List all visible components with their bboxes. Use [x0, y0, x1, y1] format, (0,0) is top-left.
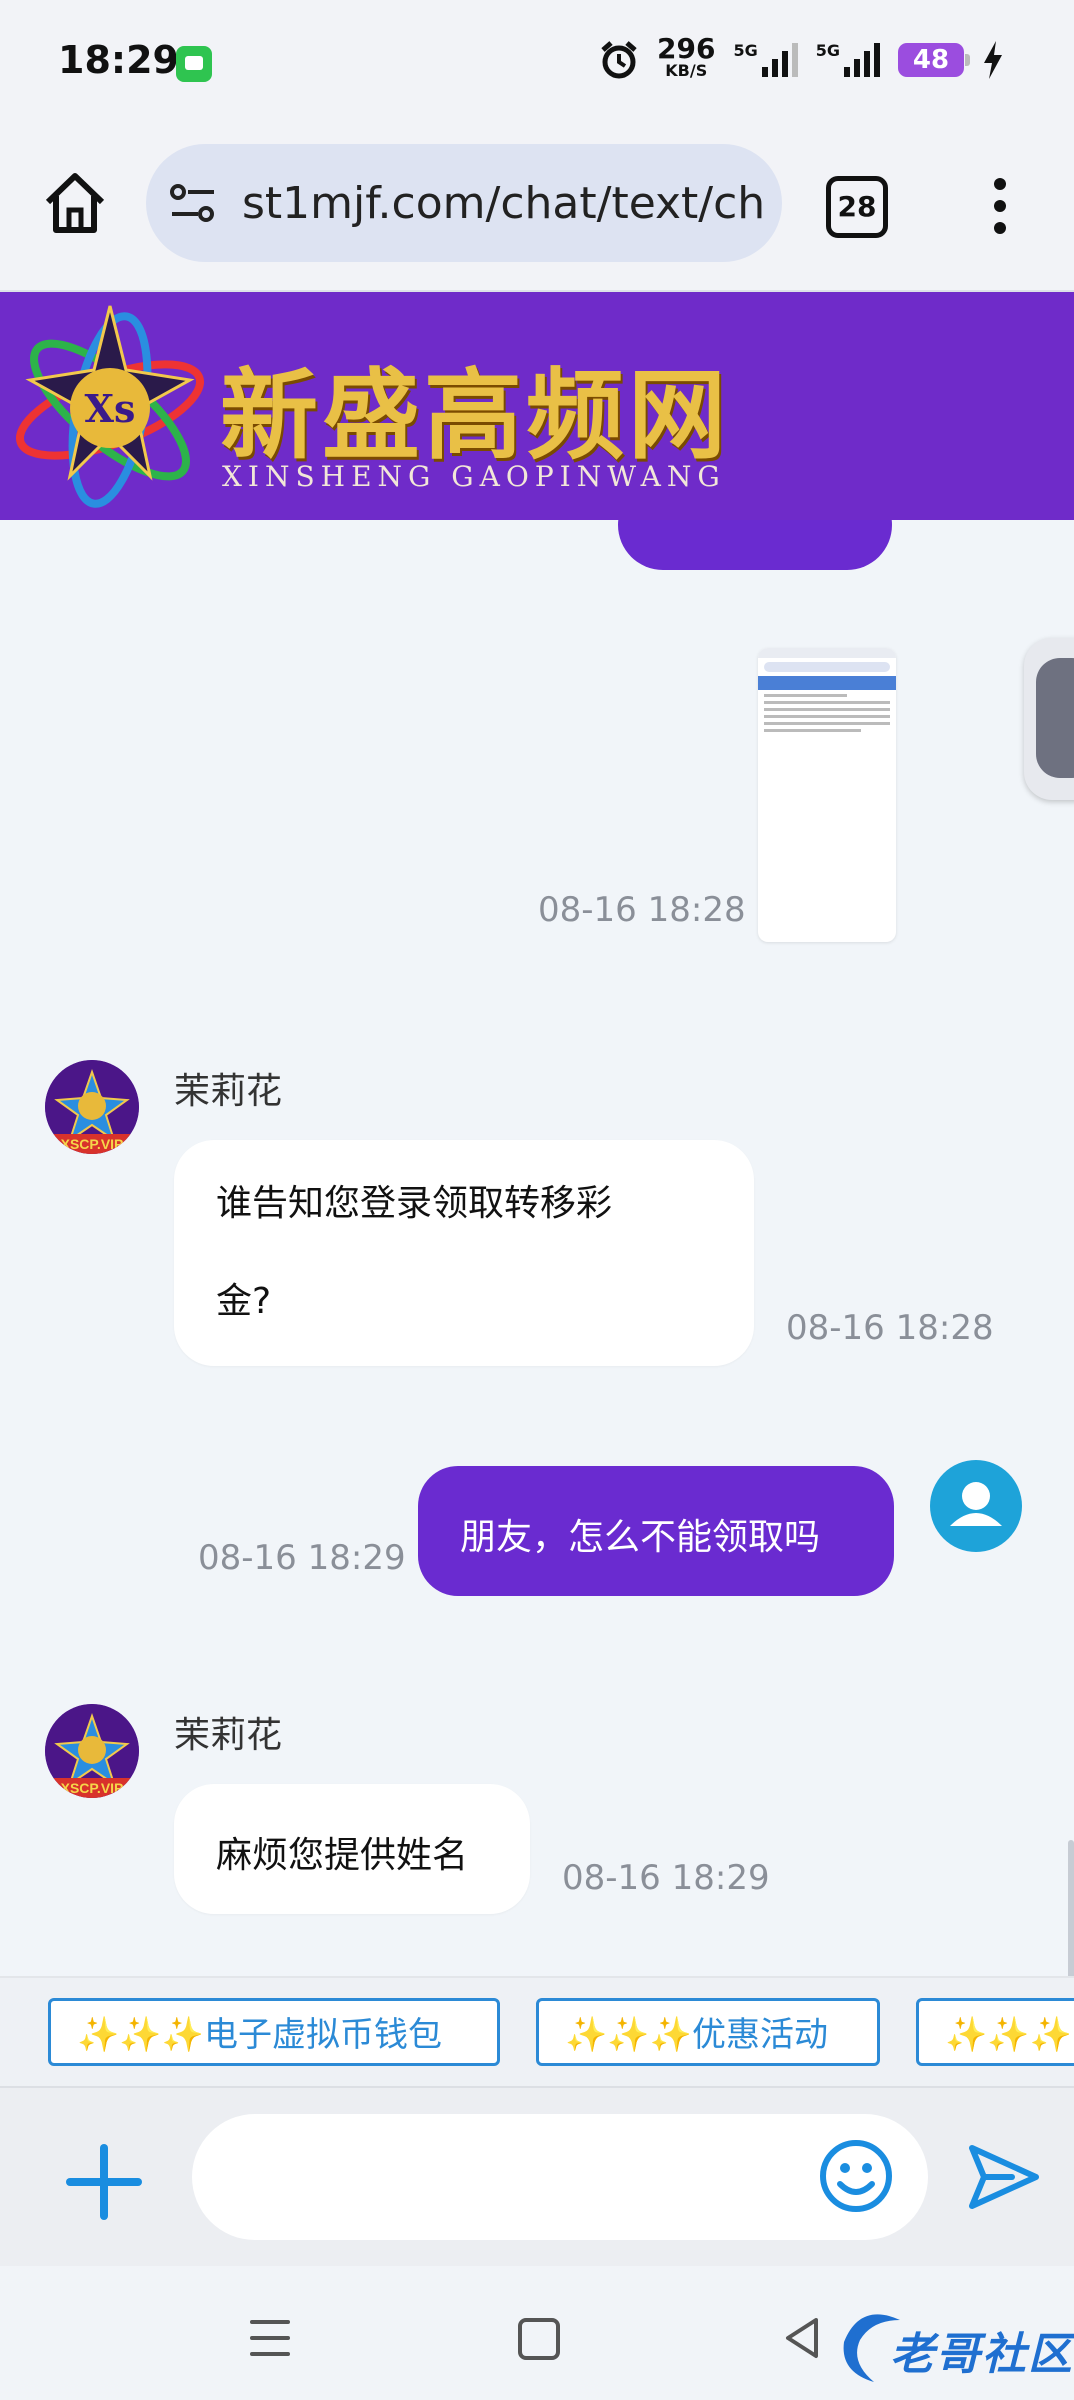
outgoing-message-bubble[interactable]: 朋友，怎么不能领取吗	[418, 1466, 894, 1596]
status-bar: 18:29 296 KB/S 5G 5G 48	[0, 0, 1074, 128]
site-subtitle: XINSHENG GAOPINWANG	[222, 460, 726, 493]
svg-text:XSCP.VIP: XSCP.VIP	[61, 1136, 124, 1152]
recent-apps-icon[interactable]	[250, 2320, 290, 2356]
back-icon[interactable]	[782, 2316, 822, 2360]
svg-text:XSCP.VIP: XSCP.VIP	[61, 1780, 124, 1796]
url-text[interactable]: st1mjf.com/chat/text/chat	[242, 178, 762, 229]
alarm-icon	[601, 41, 637, 79]
network-speed: 296 KB/S	[657, 32, 716, 81]
message-timestamp: 08-16 18:28	[786, 1308, 994, 1348]
site-logo-icon: Xs	[15, 305, 205, 508]
charging-icon	[984, 41, 1002, 79]
clock: 18:29	[58, 38, 179, 82]
previous-outgoing-bubble	[618, 520, 892, 570]
message-notification-icon	[176, 46, 212, 82]
send-icon[interactable]	[966, 2142, 1042, 2212]
incoming-message-bubble[interactable]: 谁告知您登录领取转移彩 金?	[174, 1140, 754, 1366]
home-icon[interactable]	[40, 168, 110, 238]
quick-links-bar: ✨✨✨电子虚拟币钱包 ✨✨✨优惠活动 ✨✨✨	[0, 1976, 1074, 2088]
quick-link-more[interactable]: ✨✨✨	[916, 1998, 1074, 2066]
site-settings-icon[interactable]	[168, 182, 218, 226]
watermark-logo: 老哥社区	[830, 2302, 1074, 2392]
add-attachment-button[interactable]	[66, 2144, 142, 2220]
message-composer	[0, 2086, 1074, 2268]
floating-side-widget[interactable]	[1024, 638, 1074, 800]
sender-avatar[interactable]: XSCP.VIP	[45, 1704, 139, 1798]
status-icons: 296 KB/S 5G 5G 48	[599, 32, 1004, 82]
signal-2-icon: 5G	[816, 43, 880, 77]
home-nav-icon[interactable]	[518, 2318, 560, 2360]
emoji-icon[interactable]	[818, 2138, 894, 2214]
tab-switcher-button[interactable]: 28	[826, 176, 888, 238]
sender-name: 茉莉花	[174, 1071, 283, 1112]
message-timestamp: 08-16 18:28	[538, 890, 746, 930]
signal-1-icon: 5G	[733, 43, 798, 77]
sender-name: 茉莉花	[174, 1715, 283, 1756]
screenshot-image-message[interactable]	[758, 648, 896, 942]
scrollbar[interactable]	[1068, 1840, 1074, 1976]
battery-icon: 48	[898, 43, 970, 77]
site-title: 新盛高频网	[220, 358, 731, 473]
quick-link-wallet[interactable]: ✨✨✨电子虚拟币钱包	[48, 1998, 500, 2066]
user-avatar[interactable]	[930, 1460, 1022, 1552]
chat-messages[interactable]: 08-16 18:28 XSCP.VIP 茉莉花 谁告知您登录领取转移彩 金? …	[0, 520, 1074, 1976]
svg-text:Xs: Xs	[85, 386, 136, 431]
browser-toolbar: st1mjf.com/chat/text/chat 28	[0, 128, 1074, 292]
address-bar[interactable]: st1mjf.com/chat/text/chat	[146, 144, 782, 262]
site-banner: Xs 新盛高频网 XINSHENG GAOPINWANG	[0, 292, 1074, 520]
message-timestamp: 08-16 18:29	[562, 1858, 770, 1898]
system-navigation-bar: 老哥社区	[0, 2266, 1074, 2400]
more-menu-icon[interactable]	[992, 178, 1008, 238]
message-timestamp: 08-16 18:29	[198, 1538, 406, 1578]
quick-link-promotions[interactable]: ✨✨✨优惠活动	[536, 1998, 880, 2066]
incoming-message-bubble[interactable]: 麻烦您提供姓名	[174, 1784, 530, 1914]
sender-avatar[interactable]: XSCP.VIP	[45, 1060, 139, 1154]
